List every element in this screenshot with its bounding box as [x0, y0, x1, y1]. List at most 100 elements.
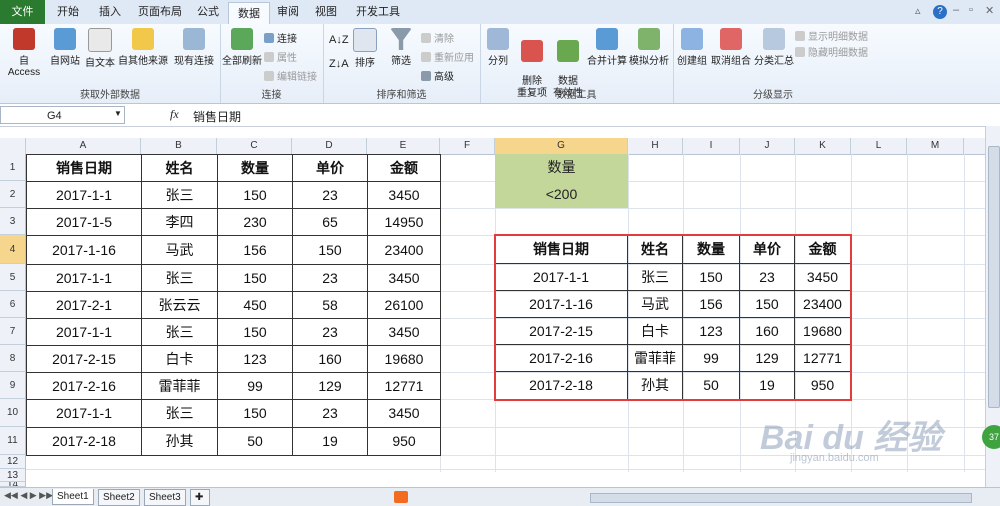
sort-ascending-button[interactable]: A↓Z	[329, 34, 349, 46]
sort-button[interactable]: 排序	[349, 28, 381, 69]
sort-descending-button[interactable]: Z↓A	[329, 58, 349, 70]
tab-formulas[interactable]: 公式	[190, 0, 226, 24]
sheet-tab-1[interactable]: Sheet1	[52, 489, 94, 505]
table-cell[interactable]: 26100	[368, 292, 441, 319]
table-cell[interactable]: 2017-2-1	[27, 292, 142, 319]
horizontal-scrollbar[interactable]	[590, 493, 972, 503]
row-header[interactable]: 12	[0, 455, 26, 469]
table-cell[interactable]: 2017-1-16	[27, 236, 142, 265]
table-cell[interactable]: 150	[218, 319, 293, 346]
table-cell[interactable]: 3450	[368, 400, 441, 428]
tab-developer[interactable]: 开发工具	[346, 0, 410, 24]
column-header[interactable]: H	[628, 138, 683, 154]
tab-insert[interactable]: 插入	[90, 0, 130, 24]
table-cell[interactable]: 23	[293, 182, 368, 209]
group-button[interactable]: 创建组	[675, 28, 709, 67]
window-restore-icon[interactable]: ▫	[969, 4, 973, 16]
consolidate-button[interactable]: 合并计算	[586, 28, 628, 67]
filter-button[interactable]: 筛选	[385, 28, 417, 67]
column-header[interactable]: G	[495, 138, 628, 154]
column-header[interactable]: J	[740, 138, 795, 154]
tab-home[interactable]: 开始	[48, 0, 88, 24]
from-text-button[interactable]: 自文本	[83, 28, 117, 69]
row-header[interactable]: 1	[0, 154, 26, 181]
table-cell[interactable]: 2017-1-1	[27, 182, 142, 209]
table-cell[interactable]: 2017-2-15	[27, 346, 142, 373]
clear-filter-button[interactable]: 清除	[421, 30, 454, 45]
table-cell[interactable]: 张三	[142, 400, 218, 428]
criteria-header[interactable]: 数量	[495, 154, 628, 182]
scrollbar-thumb[interactable]	[988, 146, 1000, 408]
what-if-analysis-button[interactable]: 模拟分析	[628, 28, 670, 67]
table-cell[interactable]: 123	[218, 346, 293, 373]
table-cell[interactable]: 2017-1-5	[27, 209, 142, 236]
table-cell[interactable]: 12771	[368, 373, 441, 400]
table-cell[interactable]: 150	[218, 400, 293, 428]
help-icon[interactable]: ?	[933, 5, 947, 19]
table-header-cell[interactable]: 数量	[218, 155, 293, 182]
sheet-tab-3[interactable]: Sheet3	[144, 489, 186, 506]
connections-button[interactable]: 连接	[264, 30, 297, 45]
table-cell[interactable]: 张三	[142, 319, 218, 346]
table-cell[interactable]: 2017-1-1	[27, 319, 142, 346]
column-header[interactable]: B	[141, 138, 217, 154]
table-cell[interactable]: 3450	[368, 265, 441, 292]
row-header[interactable]: 11	[0, 427, 26, 455]
table-cell[interactable]: 23	[293, 265, 368, 292]
table-cell[interactable]: 张三	[142, 182, 218, 209]
table-cell[interactable]: 2017-1-1	[27, 265, 142, 292]
tab-review[interactable]: 审阅	[270, 0, 306, 24]
ribbon-minimize-icon[interactable]: ▵	[915, 4, 921, 17]
table-header-cell[interactable]: 销售日期	[27, 155, 142, 182]
row-header[interactable]: 5	[0, 264, 26, 291]
insert-function-icon[interactable]: fx	[170, 107, 179, 122]
from-web-button[interactable]: 自网站	[48, 28, 82, 67]
column-header[interactable]: D	[292, 138, 367, 154]
table-cell[interactable]: 50	[218, 428, 293, 456]
table-cell[interactable]: 65	[293, 209, 368, 236]
table-cell[interactable]: 2017-2-18	[27, 428, 142, 456]
column-header[interactable]: I	[683, 138, 740, 154]
row-header[interactable]: 10	[0, 399, 26, 427]
row-header[interactable]: 4	[0, 235, 26, 264]
table-cell[interactable]: 450	[218, 292, 293, 319]
row-header[interactable]: 2	[0, 181, 26, 208]
existing-connections-button[interactable]: 现有连接	[172, 28, 216, 67]
table-cell[interactable]: 150	[293, 236, 368, 265]
advanced-filter-button[interactable]: 高级	[421, 68, 454, 83]
column-header[interactable]: C	[217, 138, 292, 154]
name-box[interactable]: G4	[0, 106, 125, 124]
row-header[interactable]: 7	[0, 318, 26, 345]
table-cell[interactable]: 白卡	[142, 346, 218, 373]
table-cell[interactable]: 孙其	[142, 428, 218, 456]
row-header[interactable]: 13	[0, 469, 26, 482]
sheet-nav-arrows-icon[interactable]: ◀◀ ◀ ▶ ▶▶	[4, 490, 53, 501]
table-cell[interactable]: 3450	[368, 182, 441, 209]
name-box-dropdown-icon[interactable]: ▼	[114, 109, 122, 118]
column-header[interactable]: L	[851, 138, 907, 154]
table-cell[interactable]: 23	[293, 400, 368, 428]
table-cell[interactable]: 2017-2-16	[27, 373, 142, 400]
table-cell[interactable]: 19	[293, 428, 368, 456]
table-cell[interactable]: 14950	[368, 209, 441, 236]
table-cell[interactable]: 150	[218, 265, 293, 292]
table-cell[interactable]: 99	[218, 373, 293, 400]
table-cell[interactable]: 马武	[142, 236, 218, 265]
table-header-cell[interactable]: 姓名	[142, 155, 218, 182]
table-header-cell[interactable]: 金额	[368, 155, 441, 182]
table-cell[interactable]: 58	[293, 292, 368, 319]
properties-button[interactable]: 属性	[264, 49, 297, 64]
window-close-icon[interactable]: ✕	[985, 4, 994, 17]
table-cell[interactable]: 150	[218, 182, 293, 209]
formula-input[interactable]: 销售日期	[193, 108, 241, 125]
row-header[interactable]: 9	[0, 372, 26, 399]
window-minimize-icon[interactable]: –	[953, 4, 959, 16]
row-header[interactable]: 3	[0, 208, 26, 235]
row-header[interactable]: 8	[0, 345, 26, 372]
select-all-corner[interactable]	[0, 138, 26, 154]
table-cell[interactable]: 19680	[368, 346, 441, 373]
column-header[interactable]: F	[440, 138, 495, 154]
table-cell[interactable]: 张三	[142, 265, 218, 292]
column-header[interactable]: E	[367, 138, 440, 154]
column-header[interactable]: A	[26, 138, 141, 154]
